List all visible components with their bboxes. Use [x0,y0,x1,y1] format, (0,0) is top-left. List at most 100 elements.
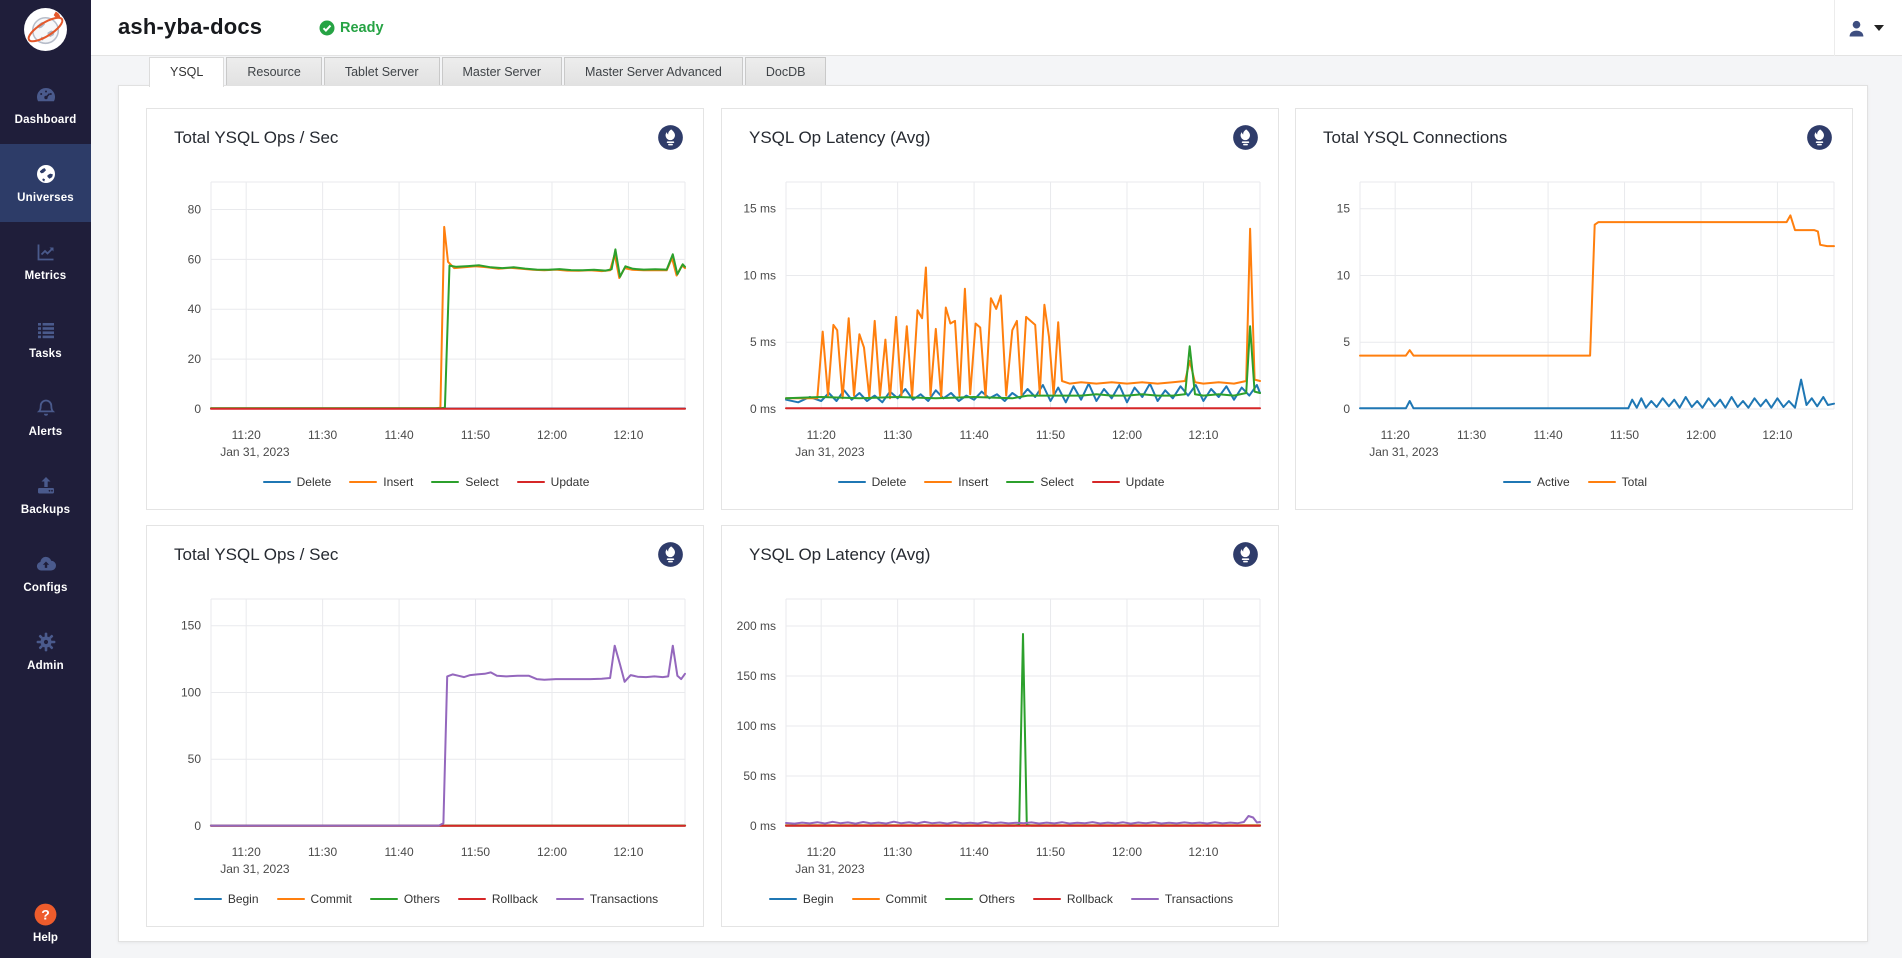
chart-card-ysql-op-latency: YSQL Op Latency (Avg) 0 ms5 ms10 ms15 ms… [721,108,1279,510]
legend-item-others[interactable]: Others [945,892,1015,906]
backup-upload-icon [34,474,58,498]
legend-swatch [370,898,398,901]
svg-text:Jan 31, 2023: Jan 31, 2023 [220,862,290,876]
legend-swatch [349,481,377,484]
gear-icon [34,630,58,654]
tab-ysql[interactable]: YSQL [149,57,224,87]
yugabyte-logo[interactable] [23,7,68,52]
svg-text:100 ms: 100 ms [737,719,776,733]
sidebar-item-alerts[interactable]: Alerts [0,378,91,456]
svg-text:11:50: 11:50 [1610,428,1639,442]
metrics-chart-icon [34,240,58,264]
legend-swatch [556,898,584,901]
legend-swatch [945,898,973,901]
sidebar-item-metrics[interactable]: Metrics [0,222,91,300]
sidebar-item-label: Configs [23,582,67,594]
svg-text:Jan 31, 2023: Jan 31, 2023 [1369,445,1439,459]
chart-legend: Delete Insert Select Update [722,475,1280,489]
sidebar-item-label: Alerts [29,426,63,438]
chart-card-total-ysql-connections: Total YSQL Connections 05101511:2011:301… [1295,108,1853,510]
svg-text:100: 100 [181,686,201,700]
globe-icon [34,162,58,186]
universe-title: ash-yba-docs [118,14,262,40]
legend-item-transactions[interactable]: Transactions [1131,892,1233,906]
legend-item-rollback[interactable]: Rollback [458,892,538,906]
sidebar: Dashboard Universes Metrics [0,0,91,958]
legend-item-select[interactable]: Select [1006,475,1073,489]
tasks-list-icon [34,318,58,342]
legend-item-begin[interactable]: Begin [194,892,259,906]
sidebar-item-label: Admin [27,660,64,672]
svg-text:0: 0 [1343,402,1350,416]
svg-text:10: 10 [1337,269,1351,283]
user-menu[interactable] [1834,0,1894,56]
legend-item-insert[interactable]: Insert [349,475,413,489]
chart-plot: 0 ms50 ms100 ms150 ms200 ms11:2011:3011:… [722,526,1280,928]
legend-item-total[interactable]: Total [1588,475,1647,489]
svg-text:0 ms: 0 ms [750,819,776,833]
legend-item-update[interactable]: Update [1092,475,1165,489]
user-icon [1845,17,1868,40]
svg-text:11:40: 11:40 [960,845,989,859]
legend-item-select[interactable]: Select [431,475,498,489]
svg-text:11:30: 11:30 [883,845,912,859]
svg-text:Jan 31, 2023: Jan 31, 2023 [795,862,865,876]
legend-item-update[interactable]: Update [517,475,590,489]
chart-plot: 02040608011:2011:3011:4011:5012:0012:10J… [147,109,705,511]
sidebar-item-label: Backups [21,504,70,516]
sidebar-item-backups[interactable]: Backups [0,456,91,534]
svg-text:12:10: 12:10 [613,845,643,859]
svg-text:11:30: 11:30 [883,428,912,442]
svg-text:11:20: 11:20 [807,428,836,442]
chart-plot: 05101511:2011:3011:4011:5012:0012:10Jan … [1296,109,1854,511]
legend-item-commit[interactable]: Commit [277,892,352,906]
sidebar-item-dashboard[interactable]: Dashboard [0,66,91,144]
legend-item-delete[interactable]: Delete [838,475,907,489]
legend-item-commit[interactable]: Commit [852,892,927,906]
tab-tablet-server[interactable]: Tablet Server [324,57,440,85]
svg-text:11:20: 11:20 [232,428,261,442]
svg-text:11:20: 11:20 [232,845,261,859]
sidebar-item-universes[interactable]: Universes [0,144,91,222]
svg-text:11:20: 11:20 [1381,428,1410,442]
chart-plot: 05010015011:2011:3011:4011:5012:0012:10J… [147,526,705,928]
sidebar-item-help[interactable]: ? Help [0,902,91,944]
status-badge: Ready [319,20,384,36]
cloud-upload-icon [34,552,58,576]
svg-text:150 ms: 150 ms [737,669,776,683]
svg-text:20: 20 [188,352,202,366]
legend-swatch [1131,898,1159,901]
svg-text:5: 5 [1343,335,1350,349]
sidebar-item-configs[interactable]: Configs [0,534,91,612]
legend-swatch [277,898,305,901]
tab-resource[interactable]: Resource [226,57,322,85]
tab-master-server[interactable]: Master Server [442,57,563,85]
sidebar-item-tasks[interactable]: Tasks [0,300,91,378]
chart-card-ysql-op-latency-transactions: YSQL Op Latency (Avg) 0 ms50 ms100 ms150… [721,525,1279,927]
sidebar-item-admin[interactable]: Admin [0,612,91,690]
legend-item-others[interactable]: Others [370,892,440,906]
legend-swatch [1006,481,1034,484]
legend-item-transactions[interactable]: Transactions [556,892,658,906]
svg-text:0 ms: 0 ms [750,402,776,416]
svg-text:12:10: 12:10 [613,428,643,442]
chart-legend: Begin Commit Others Rollback Transactions [722,892,1280,906]
sidebar-item-label: Tasks [29,348,62,360]
legend-item-active[interactable]: Active [1503,475,1570,489]
sidebar-item-label: Dashboard [15,114,77,126]
svg-text:11:50: 11:50 [1036,845,1065,859]
legend-item-begin[interactable]: Begin [769,892,834,906]
legend-swatch [1588,481,1616,484]
legend-item-insert[interactable]: Insert [924,475,988,489]
tab-master-server-advanced[interactable]: Master Server Advanced [564,57,743,85]
chevron-down-icon [1874,25,1884,31]
legend-swatch [838,481,866,484]
chart-plot: 0 ms5 ms10 ms15 ms11:2011:3011:4011:5012… [722,109,1280,511]
legend-item-delete[interactable]: Delete [263,475,332,489]
chart-card-total-ysql-ops: Total YSQL Ops / Sec 02040608011:2011:30… [146,108,704,510]
svg-text:10 ms: 10 ms [743,269,776,283]
tab-docdb[interactable]: DocDB [745,57,827,85]
svg-text:12:10: 12:10 [1188,428,1218,442]
legend-swatch [1092,481,1120,484]
legend-item-rollback[interactable]: Rollback [1033,892,1113,906]
